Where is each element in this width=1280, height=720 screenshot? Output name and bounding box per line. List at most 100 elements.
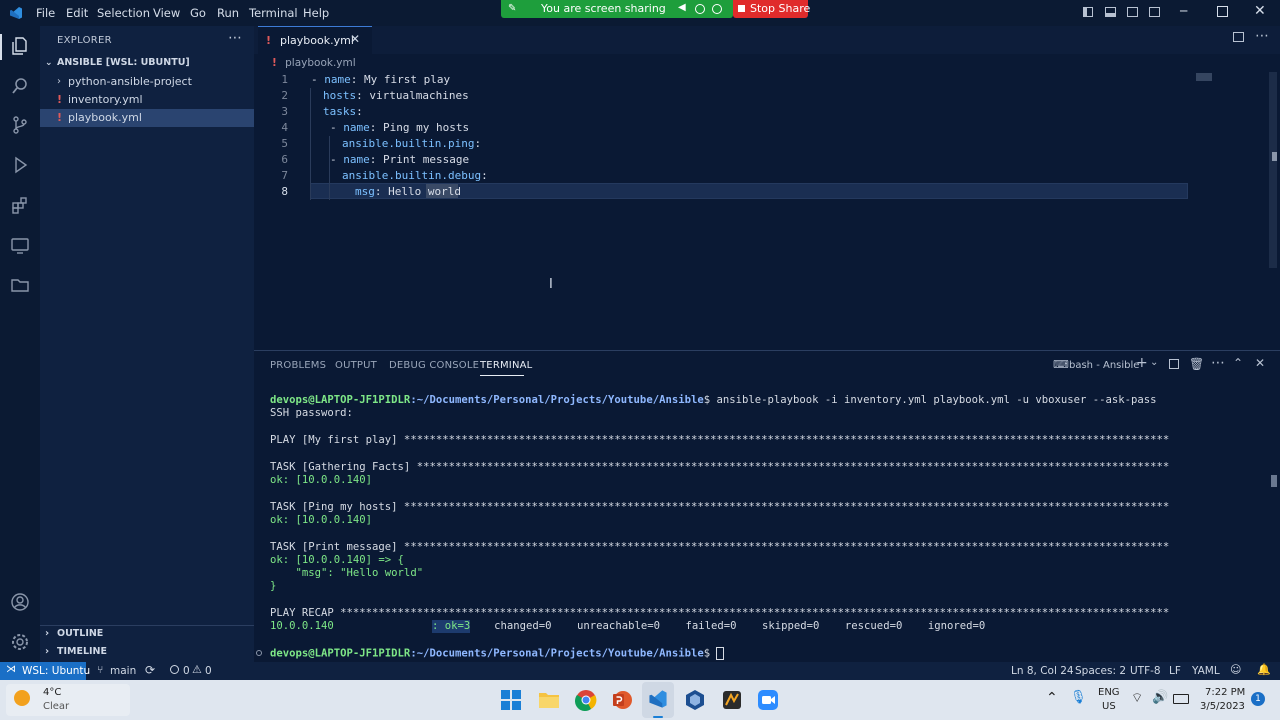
remote-indicator[interactable]: ⋊ WSL: Ubuntu: [0, 662, 90, 680]
close-tab-icon[interactable]: ✕: [350, 32, 360, 46]
vscode-taskbar-icon[interactable]: [648, 689, 668, 709]
terminal-line-ok: ok: [10.0.0.140]: [270, 514, 373, 526]
warning-count[interactable]: 0: [205, 665, 212, 677]
speaker-icon[interactable]: ◀: [678, 2, 686, 13]
indentation[interactable]: Spaces: 2: [1075, 665, 1126, 677]
tree-item-playbook[interactable]: ! playbook.yml: [40, 109, 254, 127]
outline-section[interactable]: › OUTLINE: [40, 625, 254, 643]
volume-icon[interactable]: 🔊: [1152, 690, 1168, 705]
close-window-icon[interactable]: ✕: [1254, 3, 1266, 19]
line-number: 5: [281, 137, 288, 150]
trash-icon[interactable]: 🗑: [1189, 357, 1204, 371]
menu-view[interactable]: View: [153, 6, 180, 20]
language-eng[interactable]: ENG: [1098, 687, 1120, 698]
code-lines[interactable]: 1 - name: My first play 2 hosts: virtualma…: [254, 72, 1204, 202]
encoding[interactable]: UTF-8: [1130, 665, 1161, 677]
toggle-secondary-sidebar-icon[interactable]: [1127, 7, 1138, 17]
language-mode[interactable]: YAML: [1192, 665, 1220, 677]
tree-item-python-ansible-project[interactable]: › python-ansible-project: [40, 73, 254, 91]
remote-explorer-icon[interactable]: [10, 235, 30, 255]
wifi-icon[interactable]: ⌔: [1131, 690, 1143, 706]
stop-share-button[interactable]: Stop Share: [733, 0, 810, 18]
maximize-icon[interactable]: [1217, 6, 1228, 17]
run-debug-icon[interactable]: [10, 155, 30, 175]
sync-icon[interactable]: ⟳: [145, 663, 155, 677]
yaml-value: Hello world: [388, 185, 461, 198]
zoom-icon[interactable]: [757, 689, 779, 711]
split-editor-icon[interactable]: [1233, 32, 1244, 42]
tab-terminal[interactable]: TERMINAL: [480, 360, 532, 371]
editor-tab-bar: [254, 26, 1280, 54]
cursor-position[interactable]: Ln 8, Col 24: [1011, 665, 1074, 677]
minimap[interactable]: [1196, 73, 1212, 81]
chrome-icon[interactable]: [575, 689, 597, 711]
breadcrumb[interactable]: ! playbook.yml: [272, 57, 356, 69]
tab-playbook[interactable]: ! playbook.yml ✕: [258, 26, 372, 55]
yaml-file-icon: !: [266, 34, 272, 47]
powerpoint-icon[interactable]: [611, 689, 633, 711]
more-actions-icon[interactable]: ⋯: [228, 30, 242, 46]
split-terminal-icon[interactable]: [1169, 359, 1179, 369]
toggle-sidebar-icon[interactable]: [1083, 7, 1093, 17]
menu-file[interactable]: File: [36, 6, 55, 20]
branch-label[interactable]: main: [110, 665, 136, 677]
timeline-section[interactable]: › TIMELINE: [40, 643, 254, 661]
clock-time[interactable]: 7:22 PM: [1205, 687, 1245, 698]
menu-go[interactable]: Go: [190, 6, 206, 20]
command-text: $ ansible-playbook -i inventory.yml play…: [703, 394, 1157, 406]
search-icon[interactable]: [10, 76, 30, 96]
explorer-icon[interactable]: [10, 36, 30, 56]
battery-icon[interactable]: [1173, 694, 1189, 704]
pencil-icon[interactable]: ✎: [508, 3, 516, 14]
weather-widget[interactable]: 4°C Clear: [6, 684, 130, 716]
line-ending[interactable]: LF: [1169, 665, 1181, 677]
tree-item-inventory[interactable]: ! inventory.yml: [40, 91, 254, 109]
tab-output[interactable]: OUTPUT: [335, 360, 377, 371]
app-icon[interactable]: [721, 689, 743, 711]
close-panel-icon[interactable]: ✕: [1255, 356, 1265, 370]
terminal-scrollbar[interactable]: [1271, 475, 1277, 487]
terminal-cursor: [716, 647, 725, 660]
editor-more-icon[interactable]: ⋯: [1255, 28, 1269, 44]
menu-terminal[interactable]: Terminal: [249, 6, 298, 20]
terminal-line-prompt[interactable]: devops@LAPTOP-JF1PIDLR:~/Documents/Perso…: [270, 647, 725, 661]
account-icon[interactable]: [10, 592, 30, 612]
microphone-icon[interactable]: 🎙: [1070, 690, 1087, 705]
windows-start-icon[interactable]: [501, 690, 521, 710]
settings-gear-icon[interactable]: [10, 632, 30, 652]
feedback-icon[interactable]: ☺: [1230, 663, 1241, 676]
breadcrumb-file: playbook.yml: [285, 57, 356, 69]
notifications-bell-icon[interactable]: 🔔: [1257, 663, 1271, 676]
clock-date[interactable]: 3/5/2023: [1200, 701, 1245, 712]
virtualbox-icon[interactable]: [684, 689, 706, 711]
error-icon: [170, 665, 179, 674]
show-hidden-icons-chevron-icon[interactable]: ⌃: [1046, 690, 1058, 706]
pause-icon[interactable]: [695, 4, 705, 14]
customize-layout-icon[interactable]: [1149, 7, 1160, 17]
tab-debug-console[interactable]: DEBUG CONSOLE: [389, 360, 479, 371]
panel-more-icon[interactable]: ⋯: [1211, 355, 1225, 371]
file-explorer-icon[interactable]: [538, 690, 560, 710]
menu-selection[interactable]: Selection: [97, 6, 150, 20]
error-count[interactable]: 0: [183, 665, 190, 677]
notification-badge[interactable]: 1: [1251, 692, 1265, 706]
shield-check-icon[interactable]: [712, 4, 722, 14]
source-control-icon[interactable]: [10, 115, 30, 135]
tab-problems[interactable]: PROBLEMS: [270, 360, 326, 371]
chevron-down-icon[interactable]: ⌄: [1150, 357, 1158, 368]
extensions-icon[interactable]: [10, 195, 30, 215]
colon: :: [350, 73, 364, 86]
menu-run[interactable]: Run: [217, 6, 239, 20]
terminal-shell-label[interactable]: bash - Ansible: [1069, 360, 1139, 371]
menu-help[interactable]: Help: [303, 6, 329, 20]
language-us[interactable]: US: [1102, 701, 1116, 712]
workspace-header[interactable]: ⌄ ANSIBLE [WSL: UBUNTU]: [40, 54, 254, 72]
maximize-panel-icon[interactable]: ⌃: [1233, 356, 1243, 370]
new-terminal-icon[interactable]: +: [1136, 355, 1148, 371]
explorer-sidebar: EXPLORER ⋯ ⌄ ANSIBLE [WSL: UBUNTU] › pyt…: [40, 26, 254, 662]
toggle-panel-icon[interactable]: [1105, 7, 1116, 17]
menu-edit[interactable]: Edit: [66, 6, 88, 20]
editor-scrollbar[interactable]: [1269, 72, 1277, 268]
folder-icon[interactable]: [10, 275, 30, 295]
minimize-icon[interactable]: ─: [1180, 4, 1187, 18]
